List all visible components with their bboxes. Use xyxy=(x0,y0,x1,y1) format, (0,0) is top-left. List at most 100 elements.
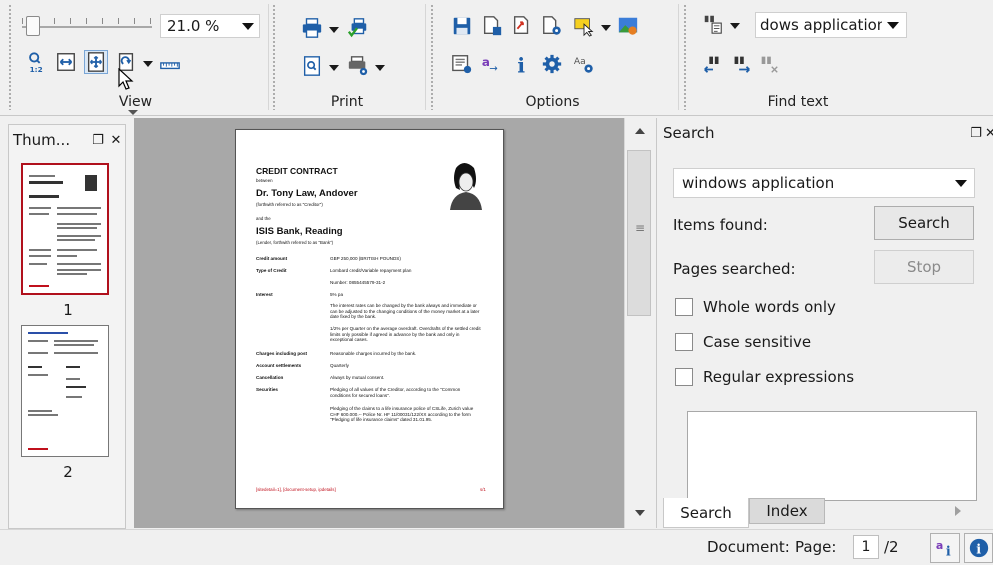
select-text-icon[interactable] xyxy=(572,14,596,38)
page-layout-icon[interactable] xyxy=(450,52,474,76)
row-value: GBP 250,000 (BRITISH POUNDS) xyxy=(330,256,401,261)
thumbnail-page-number: 1 xyxy=(63,301,73,319)
view-group-label: View xyxy=(118,94,153,110)
svg-text:i: i xyxy=(517,53,525,75)
close-icon[interactable]: ✕ xyxy=(107,133,125,148)
find-text-combo[interactable]: dows application xyxy=(755,12,907,38)
zoom-slider[interactable] xyxy=(16,10,156,36)
search-title-bar: Search ❐ ✕ xyxy=(657,118,993,148)
export-page-icon[interactable] xyxy=(480,14,504,38)
float-panel-icon[interactable]: ❐ xyxy=(967,126,985,141)
party1-name: Dr. Tony Law, Andover xyxy=(256,188,358,199)
case-sensitive-checkbox[interactable]: Case sensitive xyxy=(675,333,811,351)
checkbox-label: Regular expressions xyxy=(703,368,855,386)
convert-icon[interactable] xyxy=(510,14,534,38)
thumbnail-page-1[interactable] xyxy=(21,163,109,295)
regular-expressions-checkbox[interactable]: Regular expressions xyxy=(675,368,854,386)
checkbox-box[interactable] xyxy=(675,298,693,316)
scrollbar-thumb[interactable] xyxy=(627,150,651,316)
thumbnails-title-bar: Thum... ❐ ✕ xyxy=(9,125,125,155)
row-key: Cancellation xyxy=(256,375,284,380)
svg-text:i: i xyxy=(976,543,981,558)
document-view[interactable]: CREDIT CONTRACT between Dr. Tony Law, An… xyxy=(134,118,624,528)
current-page-input[interactable]: 1 xyxy=(853,535,879,559)
thumbnail-page-number: 2 xyxy=(63,463,73,481)
tab-scroll-right-icon[interactable] xyxy=(955,506,961,516)
find-next-icon[interactable] xyxy=(729,52,753,76)
image-export-icon[interactable] xyxy=(616,14,640,38)
gear-icon[interactable] xyxy=(540,52,564,76)
save-icon[interactable] xyxy=(450,14,474,38)
svg-text:i: i xyxy=(946,544,951,559)
items-found-label: Items found: xyxy=(673,216,768,234)
search-button[interactable]: Search xyxy=(874,206,974,240)
party2-note: (Lender, forthwith referred to as "Bank"… xyxy=(256,240,334,245)
whole-words-checkbox[interactable]: Whole words only xyxy=(675,298,836,316)
find-options-icon[interactable] xyxy=(701,12,725,36)
view-group-expand-icon[interactable] xyxy=(128,110,138,115)
print-setup-icon[interactable] xyxy=(300,54,324,78)
print-dropdown-icon[interactable] xyxy=(328,24,339,34)
search-text-combo[interactable]: windows application xyxy=(673,168,975,198)
zoom-slider-handle[interactable] xyxy=(26,16,40,36)
between-text: between xyxy=(256,178,273,183)
options-group: a → i Aa Options xyxy=(430,0,675,116)
svg-text:→: → xyxy=(489,63,497,74)
print-setup-dropdown-icon[interactable] xyxy=(328,62,339,72)
page-label: Page: xyxy=(795,538,837,556)
party2-name: ISIS Bank, Reading xyxy=(256,226,343,237)
document-scrollbar[interactable] xyxy=(624,118,654,528)
rotate-dropdown-icon[interactable] xyxy=(142,58,153,68)
document-settings-icon[interactable] xyxy=(540,14,564,38)
row-value: Reasonable charges incurred by the bank. xyxy=(330,351,417,356)
checkbox-label: Case sensitive xyxy=(703,333,812,351)
print-icon[interactable] xyxy=(300,16,324,40)
select-dropdown-icon[interactable] xyxy=(600,22,611,32)
close-icon[interactable]: ✕ xyxy=(985,126,993,141)
fit-page-icon[interactable] xyxy=(84,50,108,74)
search-results-list[interactable] xyxy=(687,411,977,501)
total-pages: /2 xyxy=(884,538,899,556)
zoom-value: 21.0 % xyxy=(167,17,220,35)
chevron-down-icon[interactable] xyxy=(237,15,259,37)
float-panel-icon[interactable]: ❐ xyxy=(89,133,107,148)
zoom-actual-size-icon[interactable]: 1:2 xyxy=(24,50,48,74)
info-icon[interactable]: i xyxy=(510,52,534,76)
stop-button[interactable]: Stop xyxy=(874,250,974,284)
ruler-icon[interactable] xyxy=(158,50,182,74)
printer-settings-dropdown-icon[interactable] xyxy=(374,62,385,72)
translate-status-button[interactable]: ai xyxy=(930,533,960,563)
mouse-cursor-icon xyxy=(118,68,134,90)
checkbox-box[interactable] xyxy=(675,333,693,351)
row-value: Quarterly xyxy=(330,363,349,368)
find-group-label: Find text xyxy=(767,94,829,110)
fit-width-icon[interactable] xyxy=(54,50,78,74)
printer-settings-icon[interactable] xyxy=(346,54,370,78)
font-settings-icon[interactable]: Aa xyxy=(572,52,596,76)
svg-text:1:2: 1:2 xyxy=(30,65,43,73)
scroll-up-icon[interactable] xyxy=(635,128,645,134)
tab-search[interactable]: Search xyxy=(663,498,749,528)
row-value: 1/2% per Quarter on the average overdraf… xyxy=(330,326,481,343)
search-panel-tabs: Search Index xyxy=(657,498,993,528)
document-page: CREDIT CONTRACT between Dr. Tony Law, An… xyxy=(235,129,504,509)
translate-icon[interactable]: a → xyxy=(480,52,504,76)
page-footer-left: [sitedetail=1], [document-setup, ipdetai… xyxy=(256,487,336,492)
tab-index[interactable]: Index xyxy=(749,498,825,524)
svg-text:a: a xyxy=(936,539,943,552)
zoom-combo[interactable]: 21.0 % xyxy=(160,14,260,38)
svg-text:Aa: Aa xyxy=(574,56,586,67)
info-status-button[interactable]: i xyxy=(964,533,993,563)
row-value: Number: 0855445579-31-2 xyxy=(330,280,386,285)
party1-note: (forthwith referred to as "Creditor") xyxy=(256,202,323,207)
chevron-down-icon[interactable] xyxy=(882,13,906,37)
scroll-down-icon[interactable] xyxy=(635,510,645,516)
clear-find-icon[interactable] xyxy=(757,52,781,76)
thumbnail-page-2[interactable] xyxy=(21,325,109,457)
checkbox-box[interactable] xyxy=(675,368,693,386)
pages-searched-label: Pages searched: xyxy=(673,260,796,278)
find-previous-icon[interactable] xyxy=(701,52,725,76)
print-preview-icon[interactable] xyxy=(346,16,370,40)
find-options-dropdown-icon[interactable] xyxy=(729,20,740,30)
chevron-down-icon[interactable] xyxy=(950,171,974,195)
